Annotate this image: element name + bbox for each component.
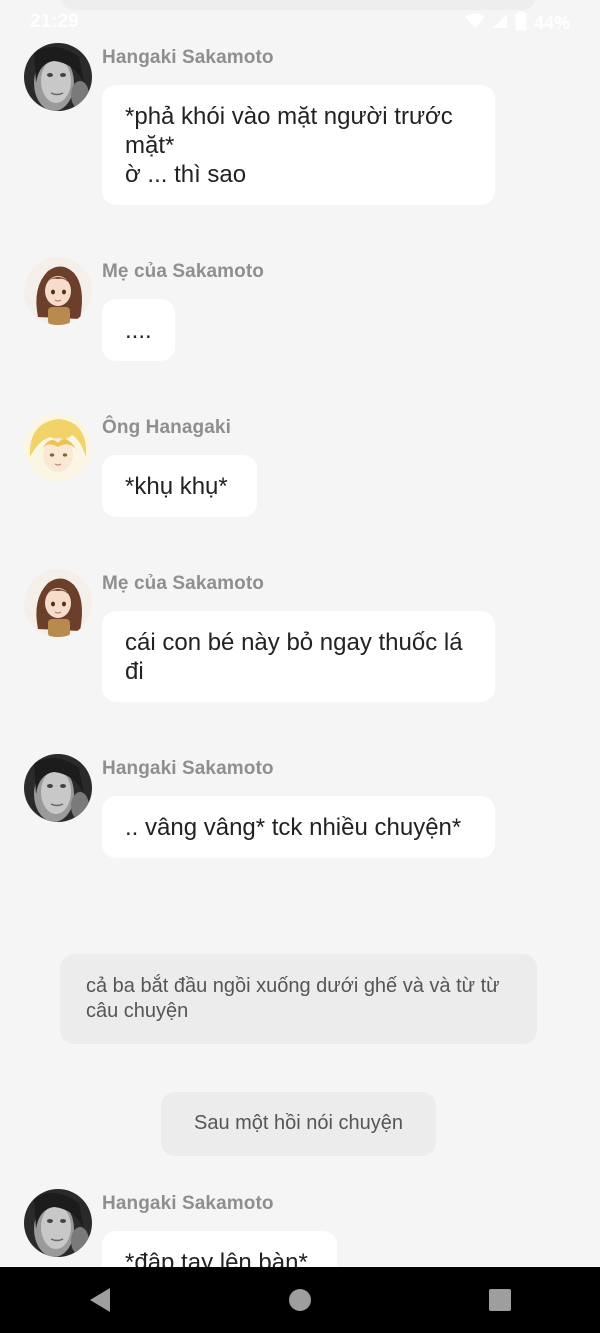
woman-bw-avatar[interactable] xyxy=(24,1189,92,1257)
recents-icon xyxy=(489,1289,511,1311)
woman-bw-avatar[interactable] xyxy=(24,754,92,822)
brown-hair-girl-avatar[interactable] xyxy=(24,257,92,325)
home-button[interactable] xyxy=(270,1270,330,1330)
navigation-bar xyxy=(0,1267,600,1333)
message-bubble[interactable]: cái con bé này bỏ ngay thuốc lá đi xyxy=(102,611,495,702)
status-icons: 44% xyxy=(464,11,570,36)
narration-bubble[interactable]: cả ba bắt đầu ngồi xuống dưới ghế và và … xyxy=(60,954,537,1044)
sender-name: Mẹ của Sakamoto xyxy=(102,261,264,282)
sender-name: Hangaki Sakamoto xyxy=(102,47,274,68)
sender-name: Ông Hanagaki xyxy=(102,417,231,438)
status-time: 21:29 xyxy=(30,11,79,32)
back-button[interactable] xyxy=(70,1270,130,1330)
message-bubble[interactable]: .... xyxy=(102,299,175,361)
sender-name: Hangaki Sakamoto xyxy=(102,1193,274,1214)
signal-icon xyxy=(492,13,508,34)
message-bubble[interactable]: *khụ khụ* xyxy=(102,455,257,517)
home-icon xyxy=(289,1289,311,1311)
sender-name: Hangaki Sakamoto xyxy=(102,758,274,779)
wifi-icon xyxy=(464,13,485,34)
message-bubble[interactable]: *phả khói vào mặt người trước mặt* ờ ...… xyxy=(102,85,495,205)
brown-hair-girl-avatar[interactable] xyxy=(24,569,92,637)
back-icon xyxy=(90,1288,110,1312)
narration-bubble[interactable]: Sau một hồi nói chuyện xyxy=(161,1092,436,1156)
battery-percent: 44% xyxy=(533,13,570,33)
sender-name: Mẹ của Sakamoto xyxy=(102,573,264,594)
blonde-anime-boy-avatar[interactable] xyxy=(24,413,92,481)
woman-bw-avatar[interactable] xyxy=(24,43,92,111)
chat-screen: 21:29 44% Hangaki Sakamoto *phả khói vào… xyxy=(0,0,600,1333)
status-bar: 21:29 44% xyxy=(0,0,600,44)
message-bubble[interactable]: .. vâng vâng* tck nhiều chuyện* xyxy=(102,796,495,858)
battery-icon xyxy=(515,11,527,36)
recents-button[interactable] xyxy=(470,1270,530,1330)
